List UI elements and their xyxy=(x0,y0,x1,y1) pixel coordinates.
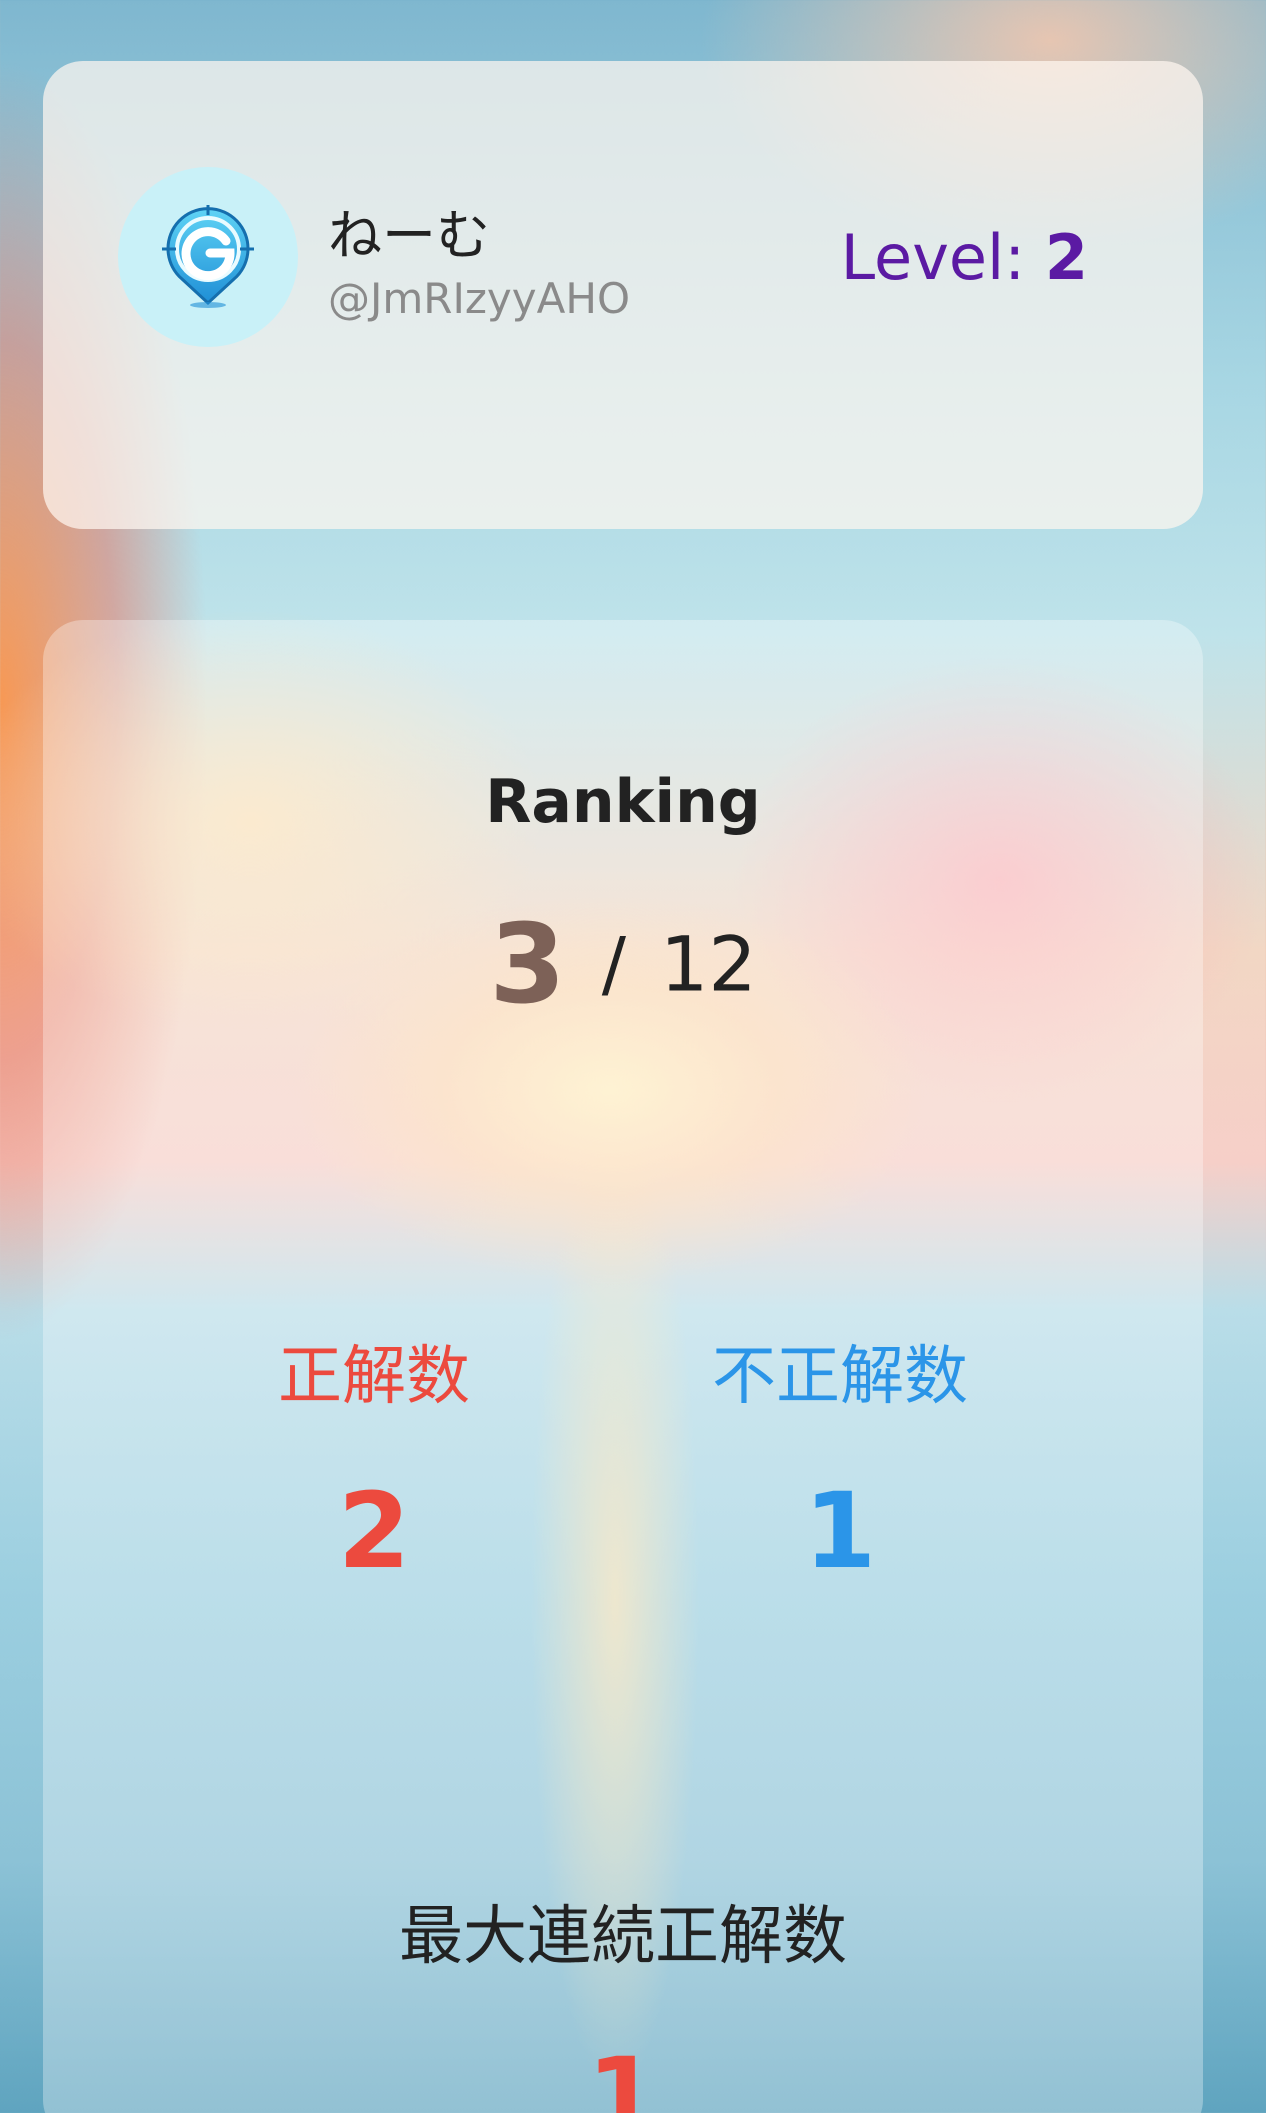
ranking-value-row: 3 / 12 xyxy=(43,900,1203,1028)
g-pin-logo-icon xyxy=(162,205,254,308)
profile-card[interactable]: ねーむ @JmRIzyyAHO Level: 2 xyxy=(43,61,1203,529)
rank-value: 3 xyxy=(489,900,566,1028)
max-streak-label: 最大連続正解数 xyxy=(399,1900,847,1974)
ranking-title: Ranking xyxy=(485,767,761,837)
app-screen: { "profile": { "name": "ねーむ", "handle": … xyxy=(0,0,1266,2113)
incorrect-count-value: 1 xyxy=(803,1470,877,1592)
level-value: 2 xyxy=(1044,221,1088,294)
rank-total: 12 xyxy=(660,919,757,1009)
incorrect-count-label: 不正解数 xyxy=(712,1340,968,1414)
stats-card: Ranking 3 / 12 正解数 2 不正解数 1 最大連続正解数 1 xyxy=(43,620,1203,2113)
max-streak-value: 1 xyxy=(586,2035,660,2113)
level-label: Level: xyxy=(840,221,1026,294)
rank-separator: / xyxy=(601,922,627,1006)
user-name: ねーむ xyxy=(328,204,490,267)
correct-count-label: 正解数 xyxy=(278,1340,470,1414)
level-indicator: Level: 2 xyxy=(841,221,1088,294)
correct-count-value: 2 xyxy=(337,1470,411,1592)
avatar[interactable] xyxy=(118,167,298,347)
user-handle: @JmRIzyyAHO xyxy=(328,274,630,323)
